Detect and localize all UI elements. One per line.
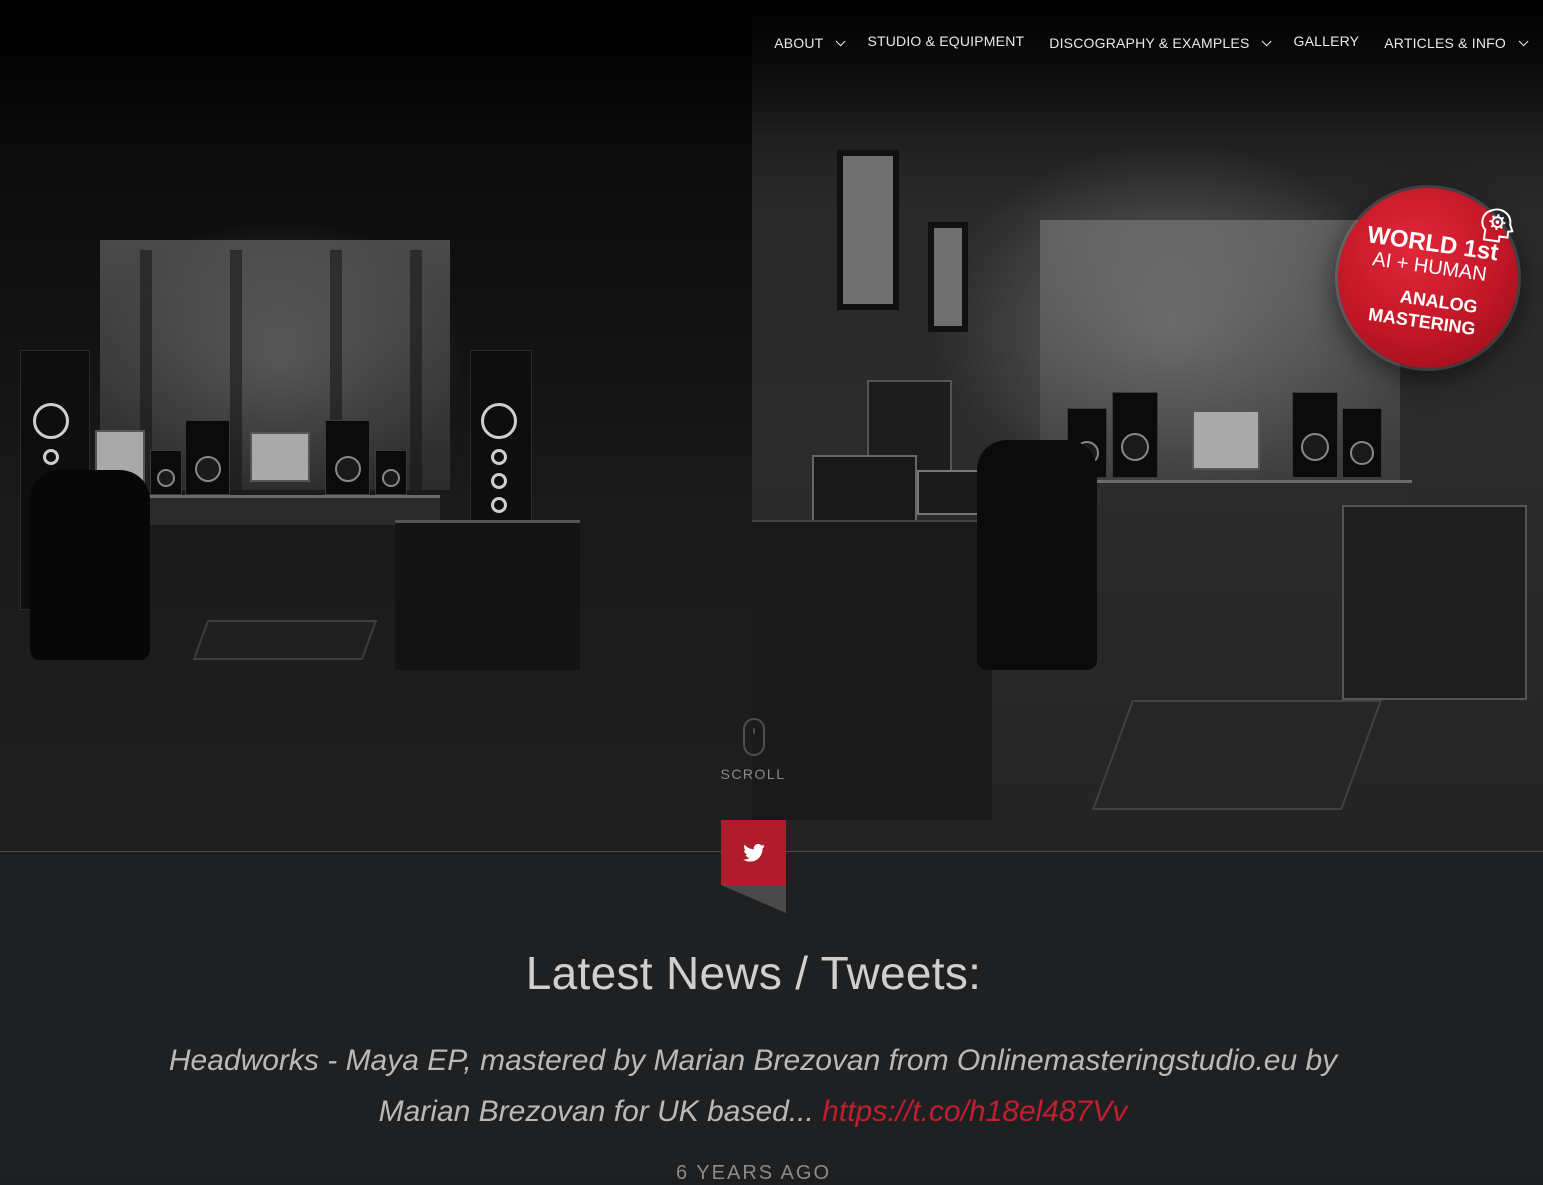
chevron-down-icon bbox=[836, 35, 847, 46]
hero-banner bbox=[0, 0, 1543, 851]
nav-item-label: ABOUT bbox=[774, 35, 824, 51]
nav-item-discography-examples[interactable]: DISCOGRAPHY & EXAMPLES bbox=[1049, 35, 1273, 51]
tweet-text: Headworks - Maya EP, mastered by Marian … bbox=[120, 1035, 1386, 1137]
main-navigation: ABOUT STUDIO & EQUIPMENT DISCOGRAPHY & E… bbox=[749, 0, 1543, 86]
chevron-down-icon bbox=[1518, 35, 1529, 46]
scroll-mouse-icon[interactable] bbox=[743, 718, 765, 756]
nav-item-label: STUDIO & EQUIPMENT bbox=[867, 33, 1025, 49]
nav-item-articles-info[interactable]: ARTICLES & INFO bbox=[1384, 35, 1529, 51]
nav-item-label: GALLERY bbox=[1293, 33, 1360, 49]
nav-item-label: DISCOGRAPHY & EXAMPLES bbox=[1049, 35, 1250, 51]
tweet-timestamp: 6 YEARS AGO bbox=[675, 1162, 832, 1184]
twitter-tab[interactable] bbox=[721, 820, 786, 885]
nav-item-gallery[interactable]: GALLERY bbox=[1293, 33, 1359, 49]
chevron-down-icon bbox=[1262, 35, 1273, 46]
scroll-label: SCROLL bbox=[720, 766, 786, 782]
tweet-link[interactable]: https://t.co/h18el487Vv bbox=[822, 1095, 1127, 1128]
nav-item-studio-equipment[interactable]: STUDIO & EQUIPMENT bbox=[867, 33, 1024, 49]
tweet-body: Headworks - Maya EP, mastered by Marian … bbox=[168, 1044, 1338, 1128]
nav-item-about[interactable]: ABOUT bbox=[774, 35, 847, 51]
nav-item-label: ARTICLES & INFO bbox=[1384, 35, 1506, 51]
news-title: Latest News / Tweets: bbox=[525, 947, 982, 999]
ribbon-fold bbox=[721, 885, 786, 913]
twitter-icon bbox=[742, 843, 765, 862]
